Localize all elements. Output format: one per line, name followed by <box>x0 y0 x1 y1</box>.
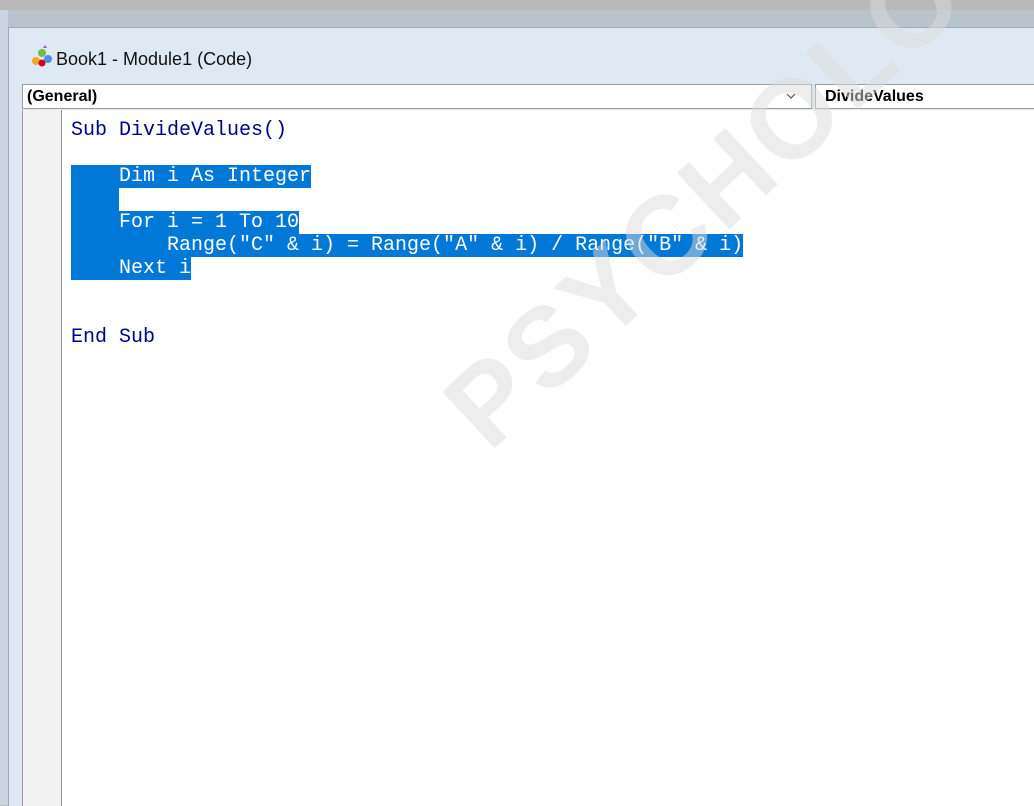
code-line[interactable]: For i = 1 To 10 <box>71 211 300 234</box>
code-line-text: Next i <box>71 257 192 280</box>
code-window-titlebar[interactable]: Book1 - Module1 (Code) <box>9 28 1034 80</box>
vba-module-icon <box>32 45 52 67</box>
code-line[interactable]: End Sub <box>71 326 155 349</box>
procedure-dropdown-value: DivideValues <box>825 88 924 105</box>
code-area[interactable]: Sub DivideValues() Dim i As Integer For … <box>71 119 1031 799</box>
code-line[interactable]: Sub DivideValues() <box>71 119 287 142</box>
code-line[interactable]: Dim i As Integer <box>71 165 312 188</box>
code-line-text: End Sub <box>71 326 156 349</box>
code-window[interactable]: Book1 - Module1 (Code) (General) DivideV… <box>8 0 1034 806</box>
chevron-down-icon[interactable] <box>785 88 799 104</box>
code-line-text: Sub DivideValues() <box>71 119 288 142</box>
mdi-edge <box>0 10 8 805</box>
combo-row: (General) DivideValues <box>22 84 1034 109</box>
object-dropdown[interactable]: (General) <box>22 84 812 109</box>
code-line[interactable] <box>71 188 120 211</box>
margin-indicator-bar[interactable] <box>23 110 62 806</box>
code-editor[interactable]: Sub DivideValues() Dim i As Integer For … <box>22 110 1034 806</box>
code-line-text: Range("C" & i) = Range("A" & i) / Range(… <box>71 234 744 257</box>
code-line[interactable]: Range("C" & i) = Range("A" & i) / Range(… <box>71 234 744 257</box>
window-title: Book1 - Module1 (Code) <box>56 49 253 69</box>
code-line[interactable]: Next i <box>71 257 192 280</box>
code-line-text: For i = 1 To 10 <box>71 211 300 234</box>
object-dropdown-value: (General) <box>27 88 98 105</box>
code-line-text: Dim i As Integer <box>71 165 312 188</box>
procedure-dropdown[interactable]: DivideValues <box>815 84 1034 109</box>
top-strip <box>0 0 1034 10</box>
code-line-text <box>71 188 120 211</box>
